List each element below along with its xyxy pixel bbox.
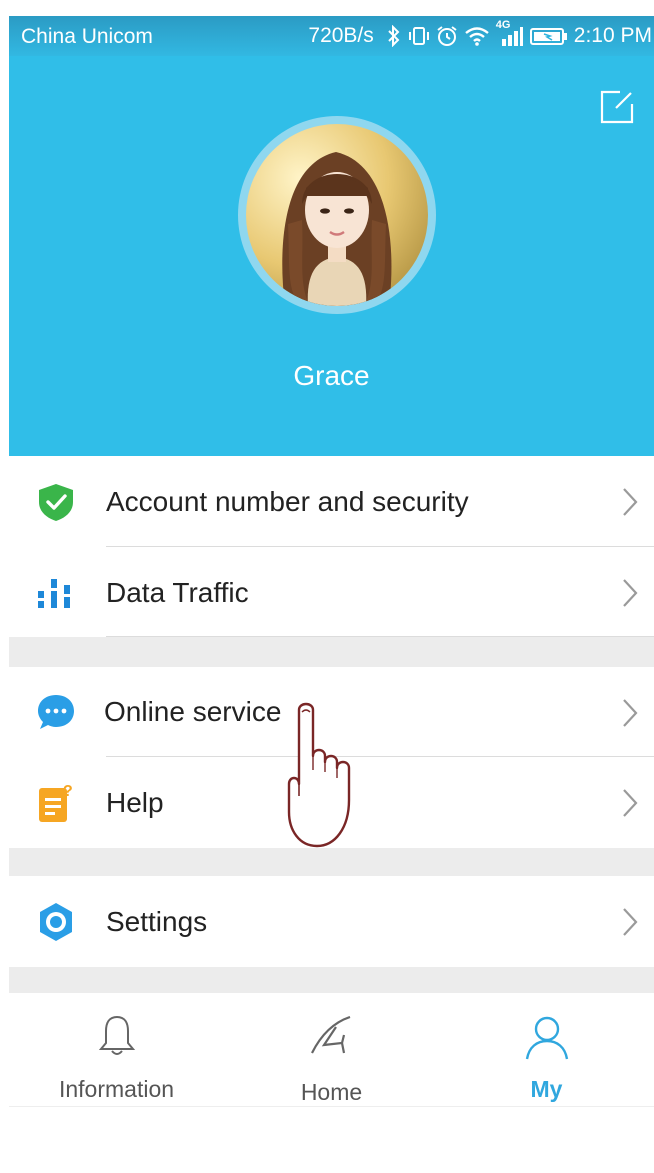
vibrate-icon [408, 25, 430, 47]
chevron-right-icon [623, 699, 638, 727]
tab-label: Home [300, 1079, 363, 1105]
menu-item-help[interactable]: ? Help [9, 757, 654, 848]
help-document-icon: ? [35, 782, 77, 824]
edit-icon [600, 90, 634, 124]
chevron-right-icon [623, 908, 638, 936]
network-speed: 720B/s [308, 24, 374, 47]
menu-group-support: Online service ? Help [9, 667, 654, 848]
bottom-tab-bar: Information Home My [9, 993, 654, 1107]
section-gap [9, 637, 654, 667]
menu-group-settings: Settings [9, 876, 654, 967]
edit-profile-button[interactable] [598, 88, 636, 126]
username: Grace [293, 360, 370, 391]
chevron-right-icon [623, 579, 638, 607]
signal-icon: 4G [496, 19, 524, 47]
menu-item-data-traffic[interactable]: Data Traffic [9, 547, 654, 638]
status-bar: China Unicom 720B/s 4G 2:10 PM [9, 16, 654, 56]
menu-item-label: Online service [104, 696, 282, 727]
network-type: 4G [495, 19, 511, 31]
menu-item-label: Settings [106, 905, 208, 937]
bar-chart-icon [35, 572, 77, 614]
chevron-right-icon [623, 488, 638, 516]
menu-item-label: Account number and security [106, 485, 469, 517]
wifi-icon [464, 25, 490, 47]
svg-text:?: ? [63, 783, 73, 800]
carrier-name: China Unicom [21, 25, 153, 48]
app-screen: China Unicom 720B/s 4G 2:10 PM Grace Acc… [9, 0, 654, 1173]
gear-icon [35, 901, 77, 943]
chevron-right-icon [623, 789, 638, 817]
menu-item-label: Data Traffic [106, 576, 249, 608]
menu-item-account-security[interactable]: Account number and security [9, 456, 654, 547]
shield-check-icon [35, 481, 77, 523]
divider [9, 1106, 654, 1107]
profile-header: Grace [9, 56, 654, 456]
alarm-icon [436, 25, 458, 47]
tab-information[interactable]: Information [9, 993, 224, 1107]
bluetooth-icon [386, 25, 402, 47]
menu-item-settings[interactable]: Settings [9, 876, 654, 967]
person-icon [525, 1016, 568, 1060]
clock: 2:10 PM [573, 24, 652, 47]
chat-bubble-icon [35, 691, 77, 733]
section-gap [9, 967, 654, 993]
menu-item-label: Help [106, 786, 164, 818]
tab-my[interactable]: My [439, 993, 654, 1107]
tab-home[interactable]: Home [224, 993, 439, 1107]
bell-icon [98, 1015, 135, 1055]
battery-icon [529, 25, 568, 47]
avatar[interactable] [246, 124, 428, 306]
tab-label: Information [58, 1076, 175, 1102]
home-logo-icon [310, 1015, 350, 1054]
section-gap [9, 848, 654, 876]
avatar-ring [238, 116, 436, 314]
tab-label: My [530, 1076, 563, 1102]
menu-item-online-service[interactable]: Online service [9, 667, 654, 757]
menu-group-account: Account number and security Data Traffic [9, 456, 654, 637]
